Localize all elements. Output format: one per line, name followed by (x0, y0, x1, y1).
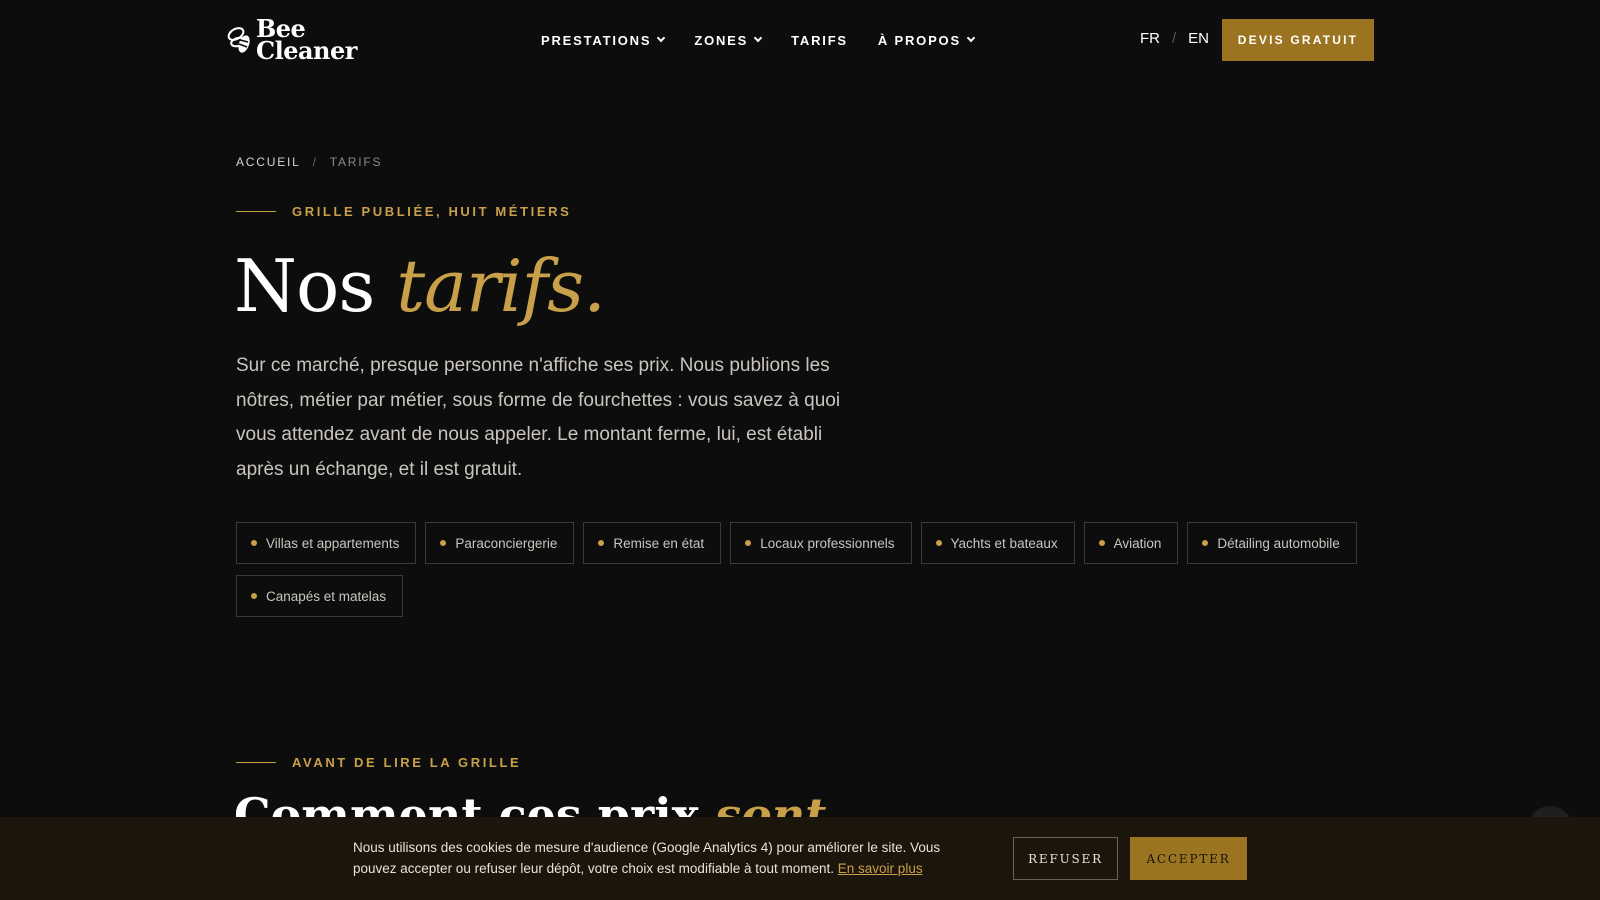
main-nav: PRESTATIONS ZONES TARIFS À PROPOS (541, 30, 1004, 50)
service-tag[interactable]: Yachts et bateaux (920, 522, 1075, 564)
cookie-banner: Nous utilisons des cookies de mesure d'a… (0, 817, 1600, 900)
logo[interactable]: Bee Cleaner (226, 16, 360, 64)
hero-eyebrow-text: GRILLE PUBLIÉE, HUIT MÉTIERS (292, 204, 572, 219)
breadcrumb: ACCUEIL / TARIFS (236, 155, 382, 169)
accept-cookies-button[interactable]: ACCEPTER (1130, 837, 1247, 880)
bullet-icon (598, 540, 605, 546)
service-tag[interactable]: Canapés et matelas (236, 575, 404, 617)
bullet-icon (935, 540, 942, 546)
nav-label: TARIFS (791, 32, 848, 48)
eyebrow-line (236, 762, 276, 763)
bullet-icon (251, 540, 257, 546)
service-tags: Villas et appartements Paraconciergerie … (236, 522, 1376, 617)
tag-label: Villas et appartements (266, 535, 400, 551)
logo-line-2: Cleaner (256, 36, 357, 65)
service-tag[interactable]: Paraconciergerie (425, 522, 575, 564)
breadcrumb-home-link[interactable]: ACCUEIL (236, 155, 301, 169)
nav-item-prestations[interactable]: PRESTATIONS (541, 30, 666, 50)
chevron-down-icon (753, 33, 763, 43)
service-tag[interactable]: Locaux professionnels (730, 522, 912, 564)
lang-en-link[interactable]: EN (1188, 30, 1209, 47)
hero-eyebrow: GRILLE PUBLIÉE, HUIT MÉTIERS (236, 204, 571, 219)
service-tag[interactable]: Détailing automobile (1187, 522, 1357, 564)
cookie-text: Nous utilisons des cookies de mesure d'a… (353, 837, 973, 879)
learn-more-link[interactable]: En savoir plus (838, 861, 923, 876)
chevron-down-icon (657, 33, 666, 43)
tag-label: Locaux professionnels (760, 535, 895, 551)
bullet-icon (251, 593, 257, 599)
bullet-icon (1098, 540, 1105, 546)
chevron-down-icon (966, 33, 976, 43)
title-plain: Nos (234, 244, 397, 328)
breadcrumb-current: TARIFS (329, 155, 383, 169)
nav-item-zones[interactable]: ZONES (694, 30, 763, 50)
bullet-icon (1202, 540, 1209, 546)
nav-item-tarifs[interactable]: TARIFS (791, 30, 848, 50)
nav-label: PRESTATIONS (541, 32, 652, 48)
free-quote-button[interactable]: DEVIS GRATUIT (1222, 19, 1374, 61)
tag-label: Paraconciergerie (455, 535, 558, 551)
lang-separator: / (1172, 30, 1177, 47)
nav-label: ZONES (694, 32, 749, 48)
bullet-icon (440, 540, 447, 546)
bee-icon (227, 27, 250, 53)
refuse-cookies-button[interactable]: REFUSER (1013, 837, 1118, 880)
nav-item-a-propos[interactable]: À PROPOS (877, 30, 976, 50)
service-tag[interactable]: Remise en état (583, 522, 722, 564)
tag-label: Aviation (1113, 535, 1162, 551)
intro-paragraph: Sur ce marché, presque personne n'affich… (236, 355, 841, 480)
service-tag[interactable]: Villas et appartements (236, 522, 417, 564)
nav-label: À PROPOS (877, 32, 961, 48)
tag-label: Détailing automobile (1217, 535, 1340, 551)
language-switcher: FR / EN (1140, 30, 1209, 47)
eyebrow-line (236, 211, 276, 212)
title-accent: tarifs. (396, 244, 606, 328)
lang-fr-link[interactable]: FR (1140, 30, 1160, 47)
logo-text: Bee Cleaner (256, 17, 357, 65)
tag-label: Remise en état (613, 535, 705, 551)
site-header: Bee Cleaner PRESTATIONS ZONES TARIFS À P… (0, 0, 1600, 80)
section-eyebrow: AVANT DE LIRE LA GRILLE (236, 755, 521, 770)
tag-label: Canapés et matelas (266, 588, 387, 604)
bullet-icon (745, 540, 752, 546)
tag-label: Yachts et bateaux (950, 535, 1058, 551)
breadcrumb-separator: / (312, 155, 318, 169)
page-title: Nos tarifs. (234, 244, 606, 328)
section-eyebrow-text: AVANT DE LIRE LA GRILLE (292, 755, 522, 770)
service-tag[interactable]: Aviation (1083, 522, 1179, 564)
